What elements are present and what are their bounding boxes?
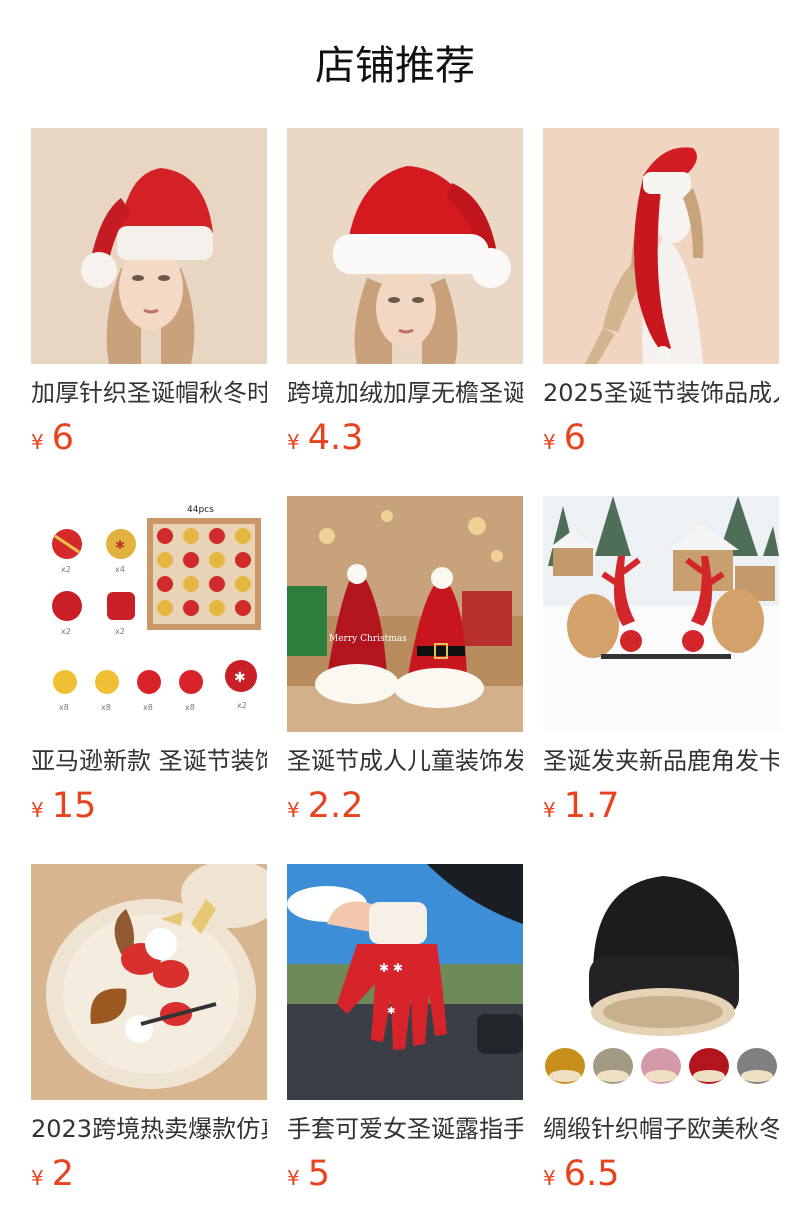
product-card[interactable]: 绸缎针织帽子欧美秋冬款 ¥6.5 — [543, 864, 779, 1204]
product-price: ¥4.3 — [287, 416, 363, 460]
currency-symbol: ¥ — [543, 430, 556, 454]
svg-text:x2: x2 — [237, 701, 247, 710]
svg-text:x4: x4 — [115, 565, 125, 574]
price-value: 15 — [51, 786, 97, 826]
product-price: ¥15 — [31, 784, 96, 828]
product-image[interactable]: ✱ x2 x4 x2 x2 44pcs ✱ x8 x8 x8 x8 x2 — [31, 496, 267, 732]
svg-text:✱ ✱: ✱ ✱ — [379, 961, 403, 975]
product-card[interactable]: ✱ x2 x4 x2 x2 44pcs ✱ x8 x8 x8 x8 x2 亚马逊… — [31, 496, 267, 836]
currency-symbol: ¥ — [287, 798, 300, 822]
svg-text:x8: x8 — [143, 703, 153, 712]
svg-text:✱: ✱ — [387, 1006, 395, 1017]
product-name[interactable]: 圣诞节成人儿童装饰发夹 — [287, 744, 523, 778]
product-name[interactable]: 2025圣诞节装饰品成人长款 — [543, 376, 779, 410]
product-card[interactable]: 加厚针织圣诞帽秋冬时尚 ¥6 — [31, 128, 267, 468]
svg-text:x8: x8 — [101, 703, 111, 712]
currency-symbol: ¥ — [287, 1166, 300, 1190]
price-value: 5 — [307, 1154, 331, 1194]
currency-symbol: ¥ — [287, 430, 300, 454]
product-image[interactable] — [31, 128, 267, 364]
product-name[interactable]: 加厚针织圣诞帽秋冬时尚 — [31, 376, 267, 410]
currency-symbol: ¥ — [543, 1166, 556, 1190]
product-card[interactable]: 跨境加绒加厚无檐圣诞帽 ¥4.3 — [287, 128, 523, 468]
product-image[interactable]: ✱ ✱ ✱ — [287, 864, 523, 1100]
svg-text:Merry Christmas: Merry Christmas — [329, 634, 407, 644]
product-image[interactable] — [287, 128, 523, 364]
price-value: 1.7 — [563, 786, 620, 826]
price-value: 4.3 — [307, 418, 364, 458]
section-title: 店铺推荐 — [315, 43, 475, 89]
currency-symbol: ¥ — [31, 1166, 44, 1190]
product-name[interactable]: 跨境加绒加厚无檐圣诞帽 — [287, 376, 523, 410]
product-price: ¥6 — [31, 416, 74, 460]
svg-text:x2: x2 — [115, 627, 125, 636]
product-card[interactable]: ✱ ✱ ✱ 手套可爱女圣诞露指手套 ¥5 — [287, 864, 523, 1204]
svg-text:x2: x2 — [61, 627, 71, 636]
product-image[interactable] — [31, 864, 267, 1100]
product-image[interactable]: Merry Christmas — [287, 496, 523, 732]
product-price: ¥6 — [543, 416, 586, 460]
product-card[interactable]: Merry Christmas 圣诞节成人儿童装饰发夹 ¥2.2 — [287, 496, 523, 836]
svg-text:x2: x2 — [61, 565, 71, 574]
svg-text:✱: ✱ — [115, 538, 125, 552]
product-image[interactable] — [543, 128, 779, 364]
price-value: 6.5 — [563, 1154, 620, 1194]
product-name[interactable]: 2023跨境热卖爆款仿真鹿角 — [31, 1112, 267, 1146]
price-value: 2 — [51, 1154, 75, 1194]
price-value: 6 — [563, 418, 587, 458]
price-value: 2.2 — [307, 786, 364, 826]
product-image[interactable] — [543, 496, 779, 732]
product-name[interactable]: 圣诞发夹新品鹿角发卡 — [543, 744, 779, 778]
product-card[interactable]: 2023跨境热卖爆款仿真鹿角 ¥2 — [31, 864, 267, 1204]
product-image[interactable] — [543, 864, 779, 1100]
svg-text:x8: x8 — [185, 703, 195, 712]
currency-symbol: ¥ — [31, 430, 44, 454]
product-price: ¥6.5 — [543, 1152, 619, 1196]
product-card[interactable]: 2025圣诞节装饰品成人长款 ¥6 — [543, 128, 779, 468]
svg-text:44pcs: 44pcs — [187, 505, 214, 515]
product-price: ¥1.7 — [543, 784, 619, 828]
product-name[interactable]: 亚马逊新款 圣诞节装饰球 — [31, 744, 267, 778]
currency-symbol: ¥ — [543, 798, 556, 822]
svg-text:x8: x8 — [59, 703, 69, 712]
product-card[interactable]: 圣诞发夹新品鹿角发卡 ¥1.7 — [543, 496, 779, 836]
product-price: ¥5 — [287, 1152, 330, 1196]
currency-symbol: ¥ — [31, 798, 44, 822]
product-name[interactable]: 绸缎针织帽子欧美秋冬款 — [543, 1112, 779, 1146]
product-price: ¥2.2 — [287, 784, 363, 828]
product-name[interactable]: 手套可爱女圣诞露指手套 — [287, 1112, 523, 1146]
product-price: ¥2 — [31, 1152, 74, 1196]
svg-text:✱: ✱ — [234, 670, 246, 686]
price-value: 6 — [51, 418, 75, 458]
